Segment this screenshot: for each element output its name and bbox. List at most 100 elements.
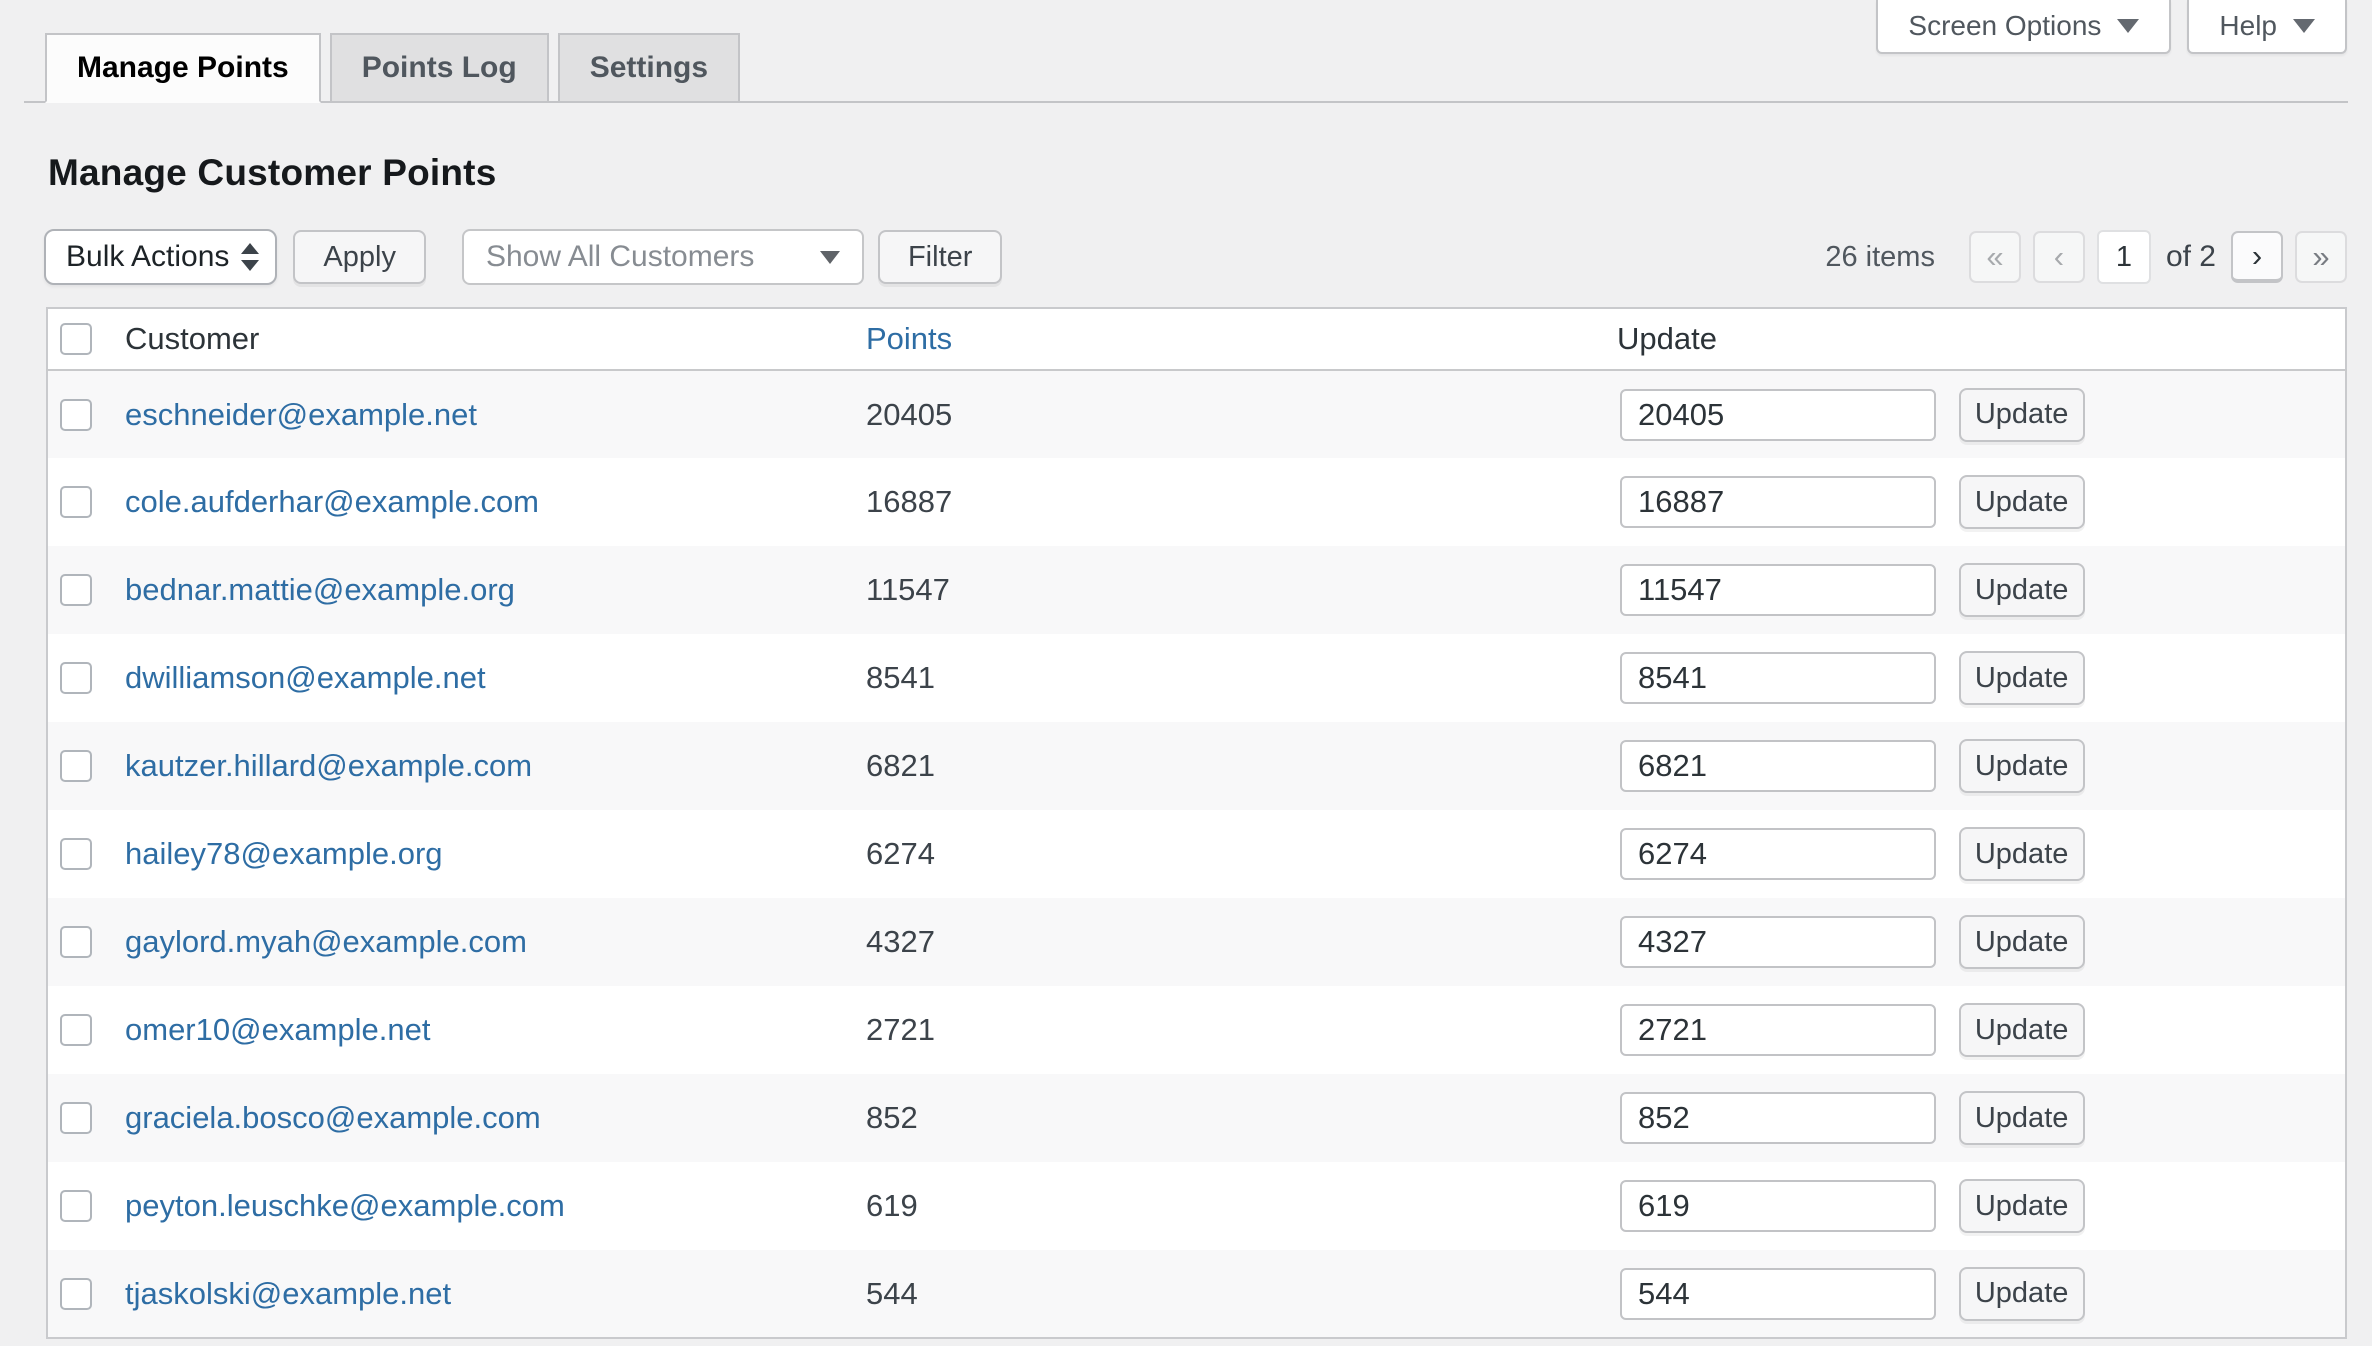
points-input[interactable]: [1620, 564, 1936, 616]
help-button[interactable]: Help: [2187, 0, 2347, 54]
table-row: hailey78@example.org 6274 Update: [47, 810, 2346, 898]
row-checkbox[interactable]: [60, 1102, 92, 1134]
points-input[interactable]: [1620, 916, 1936, 968]
row-checkbox[interactable]: [60, 1277, 92, 1310]
customer-email-link[interactable]: eschneider@example.net: [125, 397, 477, 432]
row-checkbox[interactable]: [60, 1190, 92, 1222]
table-row: gaylord.myah@example.com 4327 Update: [47, 898, 2346, 986]
points-value: 619: [866, 1188, 918, 1223]
column-header-points-sort[interactable]: Points: [866, 321, 952, 356]
next-page-button[interactable]: ›: [2231, 231, 2283, 283]
table-header-row: Customer Points Update: [47, 308, 2346, 370]
update-button[interactable]: Update: [1958, 827, 2085, 881]
table-row: bednar.mattie@example.org 11547 Update: [47, 546, 2346, 634]
customer-email-link[interactable]: gaylord.myah@example.com: [125, 924, 527, 959]
points-value: 20405: [866, 396, 953, 432]
row-checkbox[interactable]: [60, 574, 92, 606]
points-input[interactable]: [1620, 828, 1936, 880]
customer-email-link[interactable]: hailey78@example.org: [125, 836, 443, 871]
customer-filter-select[interactable]: Show All Customers: [461, 229, 864, 285]
points-input[interactable]: [1620, 740, 1936, 792]
points-value: 852: [866, 1100, 918, 1135]
first-page-button[interactable]: «: [1968, 231, 2021, 283]
table-row: kautzer.hillard@example.com 6821 Update: [47, 722, 2346, 810]
points-input[interactable]: [1620, 1267, 1936, 1320]
total-pages-label: of 2: [2165, 240, 2216, 273]
update-button[interactable]: Update: [1958, 1003, 2085, 1057]
customer-email-link[interactable]: peyton.leuschke@example.com: [125, 1188, 565, 1223]
update-button[interactable]: Update: [1958, 1179, 2085, 1233]
update-button[interactable]: Update: [1958, 1266, 2085, 1321]
points-value: 2721: [866, 1012, 935, 1047]
table-row: eschneider@example.net 20405 Update: [47, 370, 2346, 458]
customer-email-link[interactable]: cole.aufderhar@example.com: [125, 484, 539, 519]
update-button[interactable]: Update: [1958, 387, 2085, 442]
toolbar-actions: Bulk Actions Apply Show All Customers Fi…: [44, 229, 1003, 285]
points-input[interactable]: [1620, 652, 1936, 704]
points-value: 11547: [866, 572, 950, 607]
tab-manage-points[interactable]: Manage Points: [45, 33, 321, 103]
tab-settings[interactable]: Settings: [557, 33, 741, 103]
customer-points-table: Customer Points Update eschneider@exampl…: [46, 307, 2347, 1339]
points-value: 8541: [866, 660, 935, 695]
row-checkbox[interactable]: [60, 1014, 92, 1046]
select-all-checkbox[interactable]: [60, 323, 92, 355]
prev-page-button[interactable]: ‹: [2032, 231, 2085, 283]
table-row: graciela.bosco@example.com 852 Update: [47, 1074, 2346, 1162]
row-checkbox[interactable]: [60, 838, 92, 870]
update-button[interactable]: Update: [1958, 563, 2085, 617]
customer-email-link[interactable]: kautzer.hillard@example.com: [125, 748, 532, 783]
tab-points-log[interactable]: Points Log: [329, 33, 549, 103]
customer-email-link[interactable]: graciela.bosco@example.com: [125, 1100, 541, 1135]
pagination: 26 items « ‹ of 2 › »: [1825, 230, 2347, 284]
update-button[interactable]: Update: [1958, 739, 2085, 793]
points-input[interactable]: [1620, 476, 1936, 528]
points-input[interactable]: [1620, 1092, 1936, 1144]
last-page-button[interactable]: »: [2295, 231, 2347, 283]
update-button[interactable]: Update: [1958, 915, 2085, 969]
points-value: 4327: [866, 924, 935, 959]
chevron-down-icon: [2293, 19, 2315, 33]
select-stepper-icon: [241, 243, 260, 271]
bulk-actions-select[interactable]: Bulk Actions: [44, 229, 278, 285]
row-checkbox[interactable]: [60, 750, 92, 782]
row-checkbox[interactable]: [60, 926, 92, 958]
row-checkbox[interactable]: [60, 486, 92, 518]
customer-filter-value: Show All Customers: [485, 240, 755, 273]
screen-meta-links: Screen Options Help: [1876, 0, 2347, 54]
column-header-update: Update: [1617, 321, 1717, 356]
points-input[interactable]: [1620, 1180, 1936, 1232]
points-value: 544: [866, 1275, 918, 1311]
customer-email-link[interactable]: bednar.mattie@example.org: [125, 572, 515, 607]
points-value: 16887: [866, 484, 953, 519]
table-toolbar: Bulk Actions Apply Show All Customers Fi…: [44, 228, 2347, 286]
row-checkbox[interactable]: [60, 398, 92, 431]
points-value: 6274: [866, 836, 935, 871]
table-row: tjaskolski@example.net 544 Update: [47, 1250, 2346, 1338]
items-count: 26 items: [1825, 240, 1935, 273]
points-input[interactable]: [1620, 1004, 1936, 1056]
table-row: peyton.leuschke@example.com 619 Update: [47, 1162, 2346, 1250]
column-header-customer: Customer: [125, 321, 260, 356]
update-button[interactable]: Update: [1958, 1091, 2085, 1145]
row-checkbox[interactable]: [60, 662, 92, 694]
points-value: 6821: [866, 748, 935, 783]
update-button[interactable]: Update: [1958, 651, 2085, 705]
table-row: omer10@example.net 2721 Update: [47, 986, 2346, 1074]
apply-button[interactable]: Apply: [293, 230, 426, 284]
chevron-down-icon: [2117, 19, 2140, 33]
page-title: Manage Customer Points: [48, 152, 497, 193]
customer-email-link[interactable]: tjaskolski@example.net: [125, 1276, 451, 1311]
table-row: dwilliamson@example.net 8541 Update: [47, 634, 2346, 722]
bulk-actions-value: Bulk Actions: [66, 240, 230, 273]
customer-email-link[interactable]: omer10@example.net: [125, 1012, 430, 1047]
chevron-down-icon: [819, 250, 840, 264]
table-row: cole.aufderhar@example.com 16887 Update: [47, 458, 2346, 546]
points-input[interactable]: [1620, 388, 1936, 441]
update-button[interactable]: Update: [1958, 475, 2085, 529]
filter-button[interactable]: Filter: [877, 230, 1003, 284]
current-page-input[interactable]: [2096, 230, 2151, 284]
customer-email-link[interactable]: dwilliamson@example.net: [125, 660, 486, 695]
help-label: Help: [2219, 10, 2277, 41]
screen-options-button[interactable]: Screen Options: [1876, 0, 2172, 54]
